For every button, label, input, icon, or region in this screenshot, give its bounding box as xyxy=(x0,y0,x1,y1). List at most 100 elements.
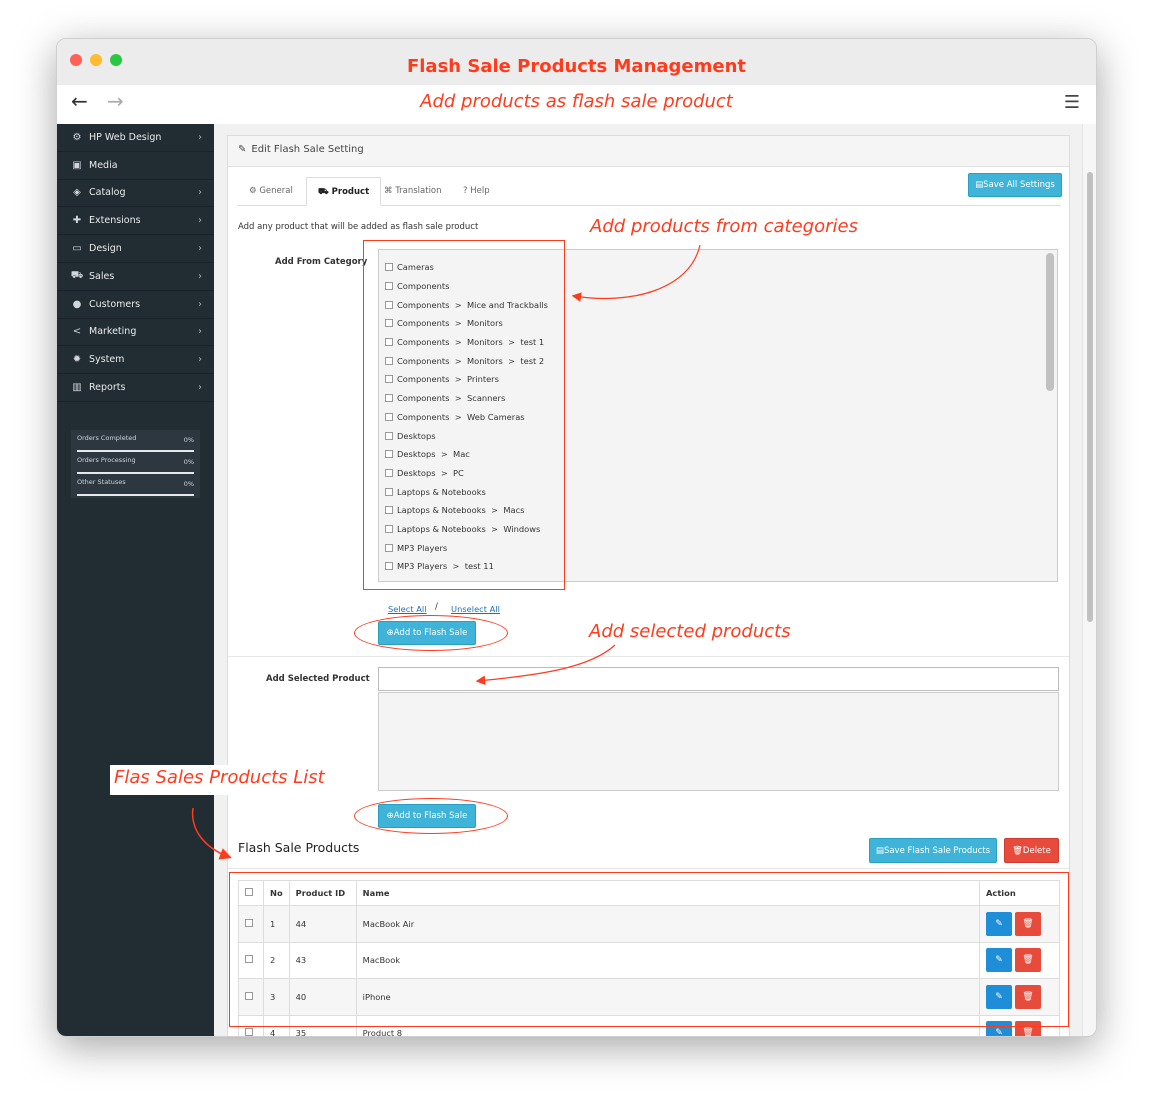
link-separator: / xyxy=(435,602,438,612)
cog-icon: ⚙ xyxy=(249,186,260,196)
chevron-right-icon: › xyxy=(198,382,202,394)
image-icon: ▣ xyxy=(72,159,82,171)
cart-icon: ⛟ xyxy=(70,269,84,281)
sidebar-item-media[interactable]: ▣ Media xyxy=(57,152,214,180)
puzzle-icon: ✚ xyxy=(72,215,82,227)
save-all-settings-button[interactable]: ▤ Save All Settings xyxy=(968,173,1062,197)
tab-general-label: General xyxy=(259,186,293,196)
sidebar-item-catalog[interactable]: ◈ Catalog › xyxy=(57,180,214,208)
sidebar-item-marketing[interactable]: < Marketing › xyxy=(57,319,214,347)
tab-help[interactable]: ? Help xyxy=(452,177,501,206)
sidebar-item-reports[interactable]: ▥ Reports › xyxy=(57,374,214,402)
toolbar: ← → Add products as flash sale product ☰ xyxy=(57,85,1096,123)
chevron-right-icon: › xyxy=(198,270,202,282)
add-selected-product-input[interactable] xyxy=(378,667,1059,691)
stat-label: Orders Completed xyxy=(77,434,137,442)
category-scrollbar[interactable] xyxy=(1046,253,1054,391)
language-icon: ⌘ xyxy=(384,186,396,196)
tab-translation[interactable]: ⌘ Translation xyxy=(373,177,453,206)
pencil-icon: ✎ xyxy=(238,144,247,155)
order-stat: Other Statuses 0% xyxy=(77,478,194,500)
stat-label: Orders Processing xyxy=(77,456,136,464)
chevron-right-icon: › xyxy=(198,354,202,366)
sidebar-item-label: Design xyxy=(89,243,122,255)
select-all-link[interactable]: Select All xyxy=(388,604,427,614)
tab-product[interactable]: ⛟ Product xyxy=(306,177,382,206)
divider xyxy=(228,656,1069,657)
flash-sale-products-title: Flash Sale Products xyxy=(238,840,360,855)
sidebar-item-label: Catalog xyxy=(89,187,126,199)
sidebar-item-design[interactable]: ▭ Design › xyxy=(57,235,214,263)
sidebar-item-label: Media xyxy=(89,159,118,171)
annotation-list-box: Flas Sales Products List xyxy=(110,765,332,795)
tab-help-label: Help xyxy=(470,186,490,196)
tabs: ⚙ General ⛟ Product ⌘ Translation ? Help xyxy=(238,177,1061,206)
bar-chart-icon: ▥ xyxy=(72,382,82,394)
annotation-list: Flas Sales Products List xyxy=(114,767,325,788)
divider xyxy=(228,868,1069,869)
annotation-selected: Add selected products xyxy=(589,621,791,642)
categories-highlight-box xyxy=(363,240,565,590)
add-selected-product-label: Add Selected Product xyxy=(266,674,370,684)
gear-icon: ✹ xyxy=(72,354,82,366)
sidebar-item-system[interactable]: ✹ System › xyxy=(57,346,214,375)
save-flash-sale-products-label: Save Flash Sale Products xyxy=(883,845,991,856)
scrollbar-thumb[interactable] xyxy=(1087,172,1093,622)
chevron-right-icon: › xyxy=(198,326,202,338)
stat-value: 0% xyxy=(183,458,194,466)
save-icon: ▤ xyxy=(975,180,984,190)
row-checkbox[interactable] xyxy=(245,1028,253,1036)
order-stats: Orders Completed 0% Orders Processing 0% Oth… xyxy=(71,430,200,498)
sidebar-item-extensions[interactable]: ✚ Extensions › xyxy=(57,207,214,236)
hamburger-icon[interactable]: ☰ xyxy=(1064,92,1080,113)
stat-label: Other Statuses xyxy=(77,478,126,486)
sidebar-item-label: HP Web Design xyxy=(89,131,162,143)
delete-label: Delete xyxy=(1022,845,1051,856)
chevron-right-icon: › xyxy=(198,131,202,143)
sidebar: ⚙ HP Web Design › ▣ Media ◈ Catalog › ✚ Extension… xyxy=(57,124,214,1036)
panel-heading-text: Edit Flash Sale Setting xyxy=(251,144,364,155)
sidebar-item-label: Sales xyxy=(89,270,115,282)
stat-progress-bar xyxy=(77,494,194,496)
sidebar-menu: ⚙ HP Web Design › ▣ Media ◈ Catalog › ✚ Extension… xyxy=(57,124,214,402)
share-icon: < xyxy=(72,326,82,338)
user-icon: ● xyxy=(72,298,82,310)
annotation-categories: Add products from categories xyxy=(590,216,858,237)
sidebar-item-label: Marketing xyxy=(89,326,137,338)
stat-progress-bar xyxy=(77,472,194,474)
add-from-category-label: Add From Category xyxy=(275,257,368,267)
add-button-highlight xyxy=(354,615,508,651)
chevron-right-icon: › xyxy=(198,187,202,199)
delete-button[interactable]: 🗑 Delete xyxy=(1004,838,1059,863)
tab-general[interactable]: ⚙ General xyxy=(238,177,304,206)
table-highlight-box xyxy=(229,872,1069,1027)
monitor-icon: ▭ xyxy=(72,243,82,255)
sidebar-item-label: Customers xyxy=(89,298,141,310)
description-text: Add any product that will be added as fl… xyxy=(238,222,479,232)
sidebar-item-customers[interactable]: ● Customers › xyxy=(57,291,214,319)
tags-icon: ◈ xyxy=(73,187,81,199)
tab-product-label: Product xyxy=(331,187,370,197)
window-subtitle: Add products as flash sale product xyxy=(420,91,733,112)
sidebar-item-label: System xyxy=(89,354,125,366)
selected-products-area[interactable] xyxy=(378,692,1059,791)
stat-value: 0% xyxy=(183,436,194,444)
page-scrollbar[interactable] xyxy=(1082,124,1096,1036)
chevron-right-icon: › xyxy=(198,243,202,255)
cart-icon: ⛟ xyxy=(318,187,332,197)
unselect-all-link[interactable]: Unselect All xyxy=(451,604,500,614)
sidebar-item-hp-web-design[interactable]: ⚙ HP Web Design › xyxy=(57,124,214,152)
cogs-icon: ⚙ xyxy=(72,131,82,143)
title-bar: Flash Sale Products Management ← → Add p… xyxy=(57,39,1096,123)
sidebar-item-sales[interactable]: ⛟ Sales › xyxy=(57,263,214,291)
sidebar-item-label: Reports xyxy=(89,382,126,394)
stat-progress-bar xyxy=(77,450,194,452)
stat-value: 0% xyxy=(183,480,194,488)
panel-heading: ✎ Edit Flash Sale Setting xyxy=(228,136,1069,167)
save-all-settings-label: Save All Settings xyxy=(983,180,1055,190)
trash-icon: 🗑 xyxy=(1012,845,1023,856)
save-flash-sale-products-button[interactable]: ▤ Save Flash Sale Products xyxy=(869,838,997,863)
save-icon: ▤ xyxy=(875,845,884,856)
window-title: Flash Sale Products Management xyxy=(406,56,747,77)
chevron-right-icon: › xyxy=(198,298,202,310)
